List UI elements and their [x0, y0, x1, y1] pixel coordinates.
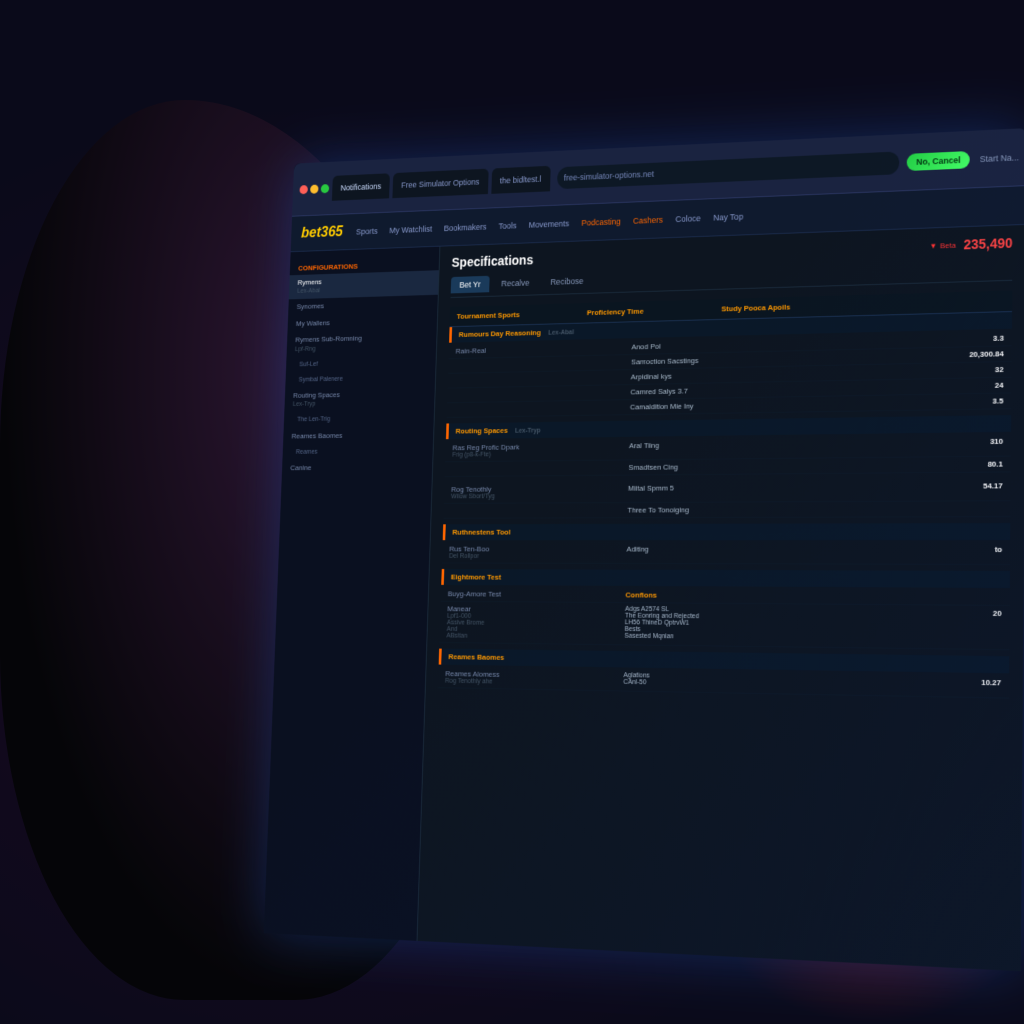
beta-badge: ▼ Beta [929, 240, 955, 250]
browser-tab-3[interactable]: the bidltest.l [491, 165, 550, 193]
sidebar-item-reames[interactable]: Reames [282, 443, 433, 460]
tab-recibose[interactable]: Recibose [541, 272, 592, 290]
close-window-button[interactable] [299, 185, 308, 194]
page-title: Specifications [451, 252, 533, 269]
main-content: Configurations Rymens Lex-Abal Synomes M… [264, 225, 1024, 971]
col-header-2: Proficiency Time [587, 304, 722, 318]
table-row: Three To Tonoiging [443, 501, 1010, 519]
section-group-6: Reames Baomes Reames Alomess Rog Tenothl… [438, 649, 1009, 699]
section-group-1: Rumours Day Reasoning Lex-Abal Rain-Real… [447, 312, 1012, 418]
section-group-2: Routing Spaces Lex-Tryp Ras Reg Profic D… [445, 415, 1011, 477]
nav-podcasting[interactable]: Podcasting [576, 212, 626, 231]
col-header-3: Study Pooca Apoils [721, 298, 931, 315]
nav-bookmakers[interactable]: Bookmakers [438, 218, 491, 236]
nav-sports[interactable]: Sports [351, 222, 383, 239]
section-group-3: Rog Tenothly Wilow Sbort/Tyg Miital Spmm… [443, 479, 1010, 519]
section-group-4: Ruthnestens Tool Rus Ten-Boo Del Rollpor… [442, 523, 1010, 565]
header-right: ▼ Beta 235,490 [929, 235, 1012, 253]
nav-watchlist[interactable]: My Watchlist [384, 220, 437, 238]
search-placeholder: Start Na... [980, 152, 1019, 163]
site-logo[interactable]: bet365 [301, 224, 343, 242]
browser-tab-2[interactable]: Free Simulator Options [392, 168, 488, 198]
sidebar-item-routing[interactable]: Routing Spaces Lex-Tryp [284, 385, 435, 413]
tab-recalve[interactable]: Recalve [493, 274, 539, 292]
table-row: Rog Tenothly Wilow Sbort/Tyg Miital Spmm… [444, 479, 1011, 505]
cta-button[interactable]: No, Cancel [907, 150, 971, 170]
nav-cashers[interactable]: Cashers [628, 211, 669, 229]
nav-top[interactable]: Nay Top [708, 207, 749, 225]
table-row: Rus Ten-Boo Del Rollpor Aditing to [442, 542, 1010, 565]
browser-window-controls [299, 184, 329, 194]
sidebar-item-sub-romning[interactable]: Rymens Sub-Romning Lpf-Rng [286, 329, 436, 358]
nav-coloce[interactable]: Coloce [670, 209, 706, 227]
address-bar[interactable]: free-simulator-options.net [557, 151, 900, 189]
section-label-5: Eightmore Test [441, 569, 1010, 588]
table-row: Manear Lpf1-000 Assive Brome And ABsitan… [439, 602, 1009, 650]
monitor-screen: Notifications Free Simulator Options the… [264, 128, 1024, 971]
maximize-window-button[interactable] [321, 184, 330, 193]
nav-movements[interactable]: Movements [523, 215, 574, 234]
tab-bet-yr[interactable]: Bet Yr [451, 276, 490, 294]
sidebar: Configurations Rymens Lex-Abal Synomes M… [264, 247, 441, 941]
minimize-window-button[interactable] [310, 184, 319, 193]
section-group-5: Eightmore Test Buyg-Amore Test Confions … [439, 569, 1010, 650]
col-header-4 [932, 296, 1005, 309]
content-area: Specifications ▼ Beta 235,490 Bet Yr Rec… [417, 225, 1024, 971]
browser-tab-1[interactable]: Notifications [332, 173, 390, 201]
section-label-4: Ruthnestens Tool [443, 523, 1011, 540]
sidebar-item-canine[interactable]: Canine [282, 459, 433, 477]
score-value: 235,490 [963, 235, 1012, 252]
nav-tools[interactable]: Tools [493, 217, 522, 235]
sidebar-item-reames-baomes[interactable]: Reames Baomes [283, 426, 434, 445]
col-header-1: Tournament Sports [457, 308, 587, 322]
